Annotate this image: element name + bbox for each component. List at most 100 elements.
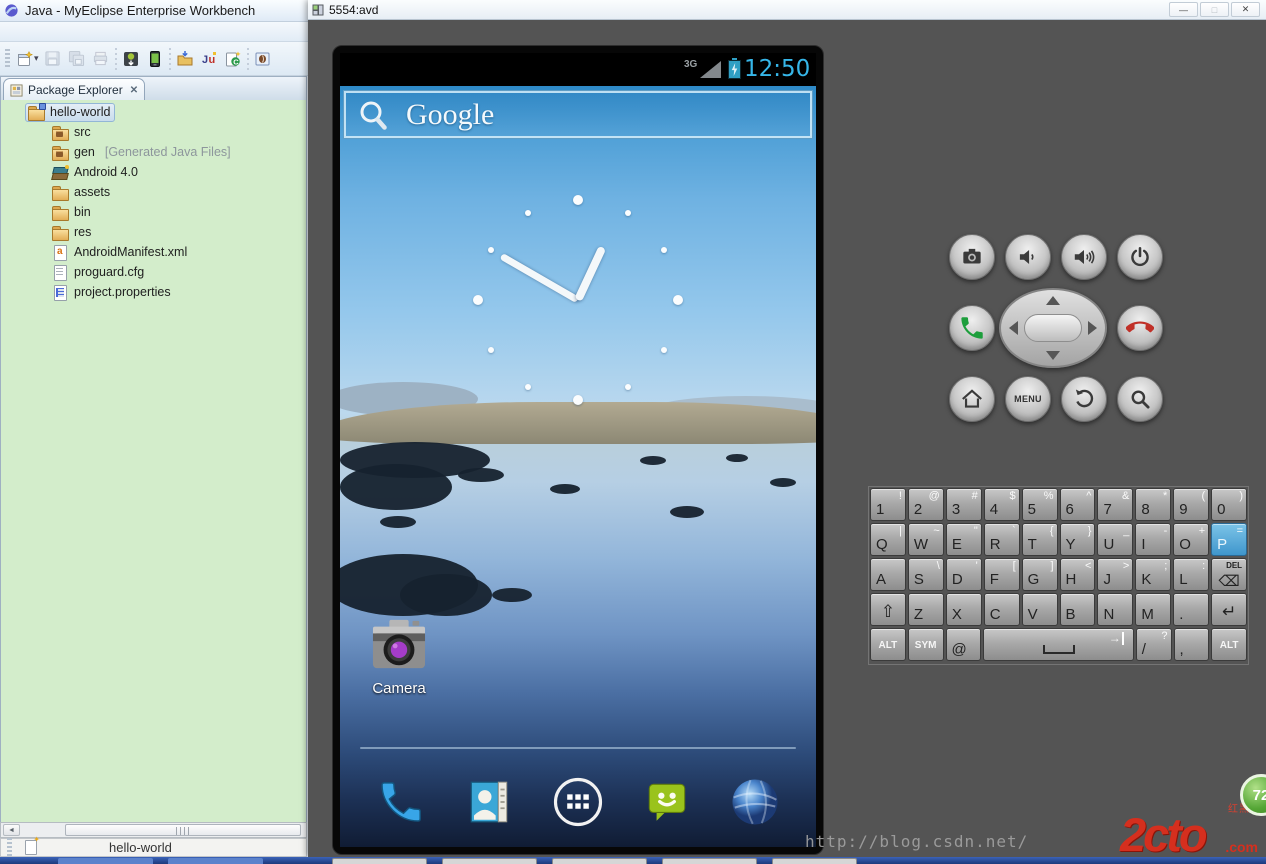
contacts-app-icon[interactable] <box>461 774 517 830</box>
print-button[interactable] <box>89 47 113 71</box>
key[interactable]: SYM <box>907 628 944 661</box>
messaging-app-icon[interactable] <box>639 774 695 830</box>
key[interactable]: E " <box>945 523 982 556</box>
call-button[interactable] <box>949 305 995 351</box>
dpad[interactable] <box>999 288 1107 368</box>
phone-app-icon[interactable] <box>373 774 429 830</box>
taskbar-button[interactable] <box>168 858 263 864</box>
key[interactable]: W ~ <box>907 523 944 556</box>
key[interactable]: H < <box>1059 558 1096 591</box>
taskbar-button[interactable] <box>58 858 153 864</box>
key[interactable]: 3 # <box>945 488 982 521</box>
key[interactable]: K; <box>1135 558 1172 591</box>
save-button[interactable] <box>41 47 65 71</box>
key[interactable]: P = <box>1211 523 1248 556</box>
tree-item[interactable]: Android 4.0 <box>1 162 306 182</box>
taskbar-button[interactable] <box>552 858 647 864</box>
camera-shortcut[interactable]: Camera <box>366 618 432 697</box>
minimize-button[interactable]: — <box>1169 2 1198 17</box>
back-button[interactable] <box>1061 376 1107 422</box>
key[interactable]: 0) <box>1211 488 1248 521</box>
import-wizard-button[interactable] <box>173 47 197 71</box>
key[interactable]: @ <box>945 628 982 661</box>
key[interactable]: , <box>1173 628 1210 661</box>
tree-item[interactable]: project.properties <box>1 282 306 302</box>
key[interactable]: 7 & <box>1097 488 1134 521</box>
menu-item[interactable] <box>80 22 100 41</box>
new-class-button[interactable]: C <box>221 47 245 71</box>
key[interactable]: B <box>1059 593 1096 626</box>
key[interactable]: Q | <box>870 523 906 556</box>
dpad-right-icon[interactable] <box>1088 321 1097 335</box>
tree-item[interactable]: bin <box>1 202 306 222</box>
tree-item[interactable]: gen [Generated Java Files] <box>1 142 306 162</box>
key[interactable]: ALT <box>1211 628 1247 661</box>
key[interactable]: D ' <box>945 558 982 591</box>
volume-up-button[interactable] <box>1061 234 1107 280</box>
key[interactable]: X <box>945 593 982 626</box>
android-sdk-manager-button[interactable] <box>119 47 143 71</box>
key[interactable]: ↵ <box>1211 593 1248 626</box>
menu-item[interactable] <box>40 22 60 41</box>
dpad-left-icon[interactable] <box>1009 321 1018 335</box>
key[interactable]: ⇧ <box>870 593 906 626</box>
key[interactable]: Y} <box>1059 523 1096 556</box>
new-java-project-button[interactable] <box>251 47 275 71</box>
menu-button[interactable]: MENU <box>1005 376 1051 422</box>
save-all-button[interactable] <box>65 47 89 71</box>
key[interactable]: A <box>870 558 906 591</box>
menu-item[interactable] <box>0 22 20 41</box>
key[interactable]: V <box>1021 593 1058 626</box>
key[interactable]: 1! <box>870 488 906 521</box>
key[interactable]: 5% <box>1021 488 1058 521</box>
key[interactable]: U _ <box>1097 523 1134 556</box>
new-dropdown-arrow-icon[interactable]: ▾ <box>34 53 39 64</box>
tree-item[interactable]: proguard.cfg <box>1 262 306 282</box>
key[interactable]: 8 * <box>1135 488 1172 521</box>
key[interactable]: 2 @ <box>907 488 944 521</box>
key[interactable]: 9( <box>1173 488 1210 521</box>
tree-item[interactable]: hello-world <box>1 102 306 122</box>
scrollbar-thumb[interactable] <box>65 824 301 836</box>
taskbar-button[interactable] <box>332 858 427 864</box>
key[interactable]: I- <box>1135 523 1172 556</box>
tree-item[interactable]: AndroidManifest.xml <box>1 242 306 262</box>
key[interactable]: C <box>983 593 1020 626</box>
scroll-left-arrow-icon[interactable]: ◄ <box>3 824 20 836</box>
key[interactable]: J > <box>1097 558 1134 591</box>
key[interactable]: ALT <box>870 628 906 661</box>
browser-app-icon[interactable] <box>727 774 783 830</box>
key[interactable]: S \ <box>907 558 944 591</box>
power-button[interactable] <box>1117 234 1163 280</box>
key[interactable]: /? <box>1135 628 1172 661</box>
dpad-down-icon[interactable] <box>1046 351 1060 360</box>
search-button[interactable] <box>1117 376 1163 422</box>
key[interactable]: → <box>983 628 1134 661</box>
volume-down-button[interactable] <box>1005 234 1051 280</box>
tree-item[interactable]: src <box>1 122 306 142</box>
menu-item[interactable] <box>20 22 40 41</box>
key[interactable]: F[ <box>983 558 1020 591</box>
menu-item[interactable] <box>100 22 120 41</box>
tree-item[interactable]: assets <box>1 182 306 202</box>
camera-button[interactable] <box>949 234 995 280</box>
key[interactable]: R ` <box>983 523 1020 556</box>
key[interactable]: 4 $ <box>983 488 1020 521</box>
tab-close-icon[interactable]: ✕ <box>130 85 138 96</box>
home-button[interactable] <box>949 376 995 422</box>
dpad-center-button[interactable] <box>1024 314 1082 342</box>
key[interactable]: Z <box>907 593 944 626</box>
maximize-button[interactable]: □ <box>1200 2 1229 17</box>
taskbar-button[interactable] <box>662 858 757 864</box>
key[interactable]: M <box>1135 593 1172 626</box>
key[interactable]: . <box>1173 593 1210 626</box>
avd-manager-button[interactable] <box>143 47 167 71</box>
key[interactable]: DEL ⌫ <box>1211 558 1248 591</box>
key[interactable]: N <box>1097 593 1134 626</box>
end-call-button[interactable] <box>1117 305 1163 351</box>
taskbar-button[interactable] <box>442 858 537 864</box>
app-drawer-icon[interactable] <box>550 774 606 830</box>
close-button[interactable]: ✕ <box>1231 2 1260 17</box>
key[interactable]: 6 ^ <box>1059 488 1096 521</box>
dpad-up-icon[interactable] <box>1046 296 1060 305</box>
